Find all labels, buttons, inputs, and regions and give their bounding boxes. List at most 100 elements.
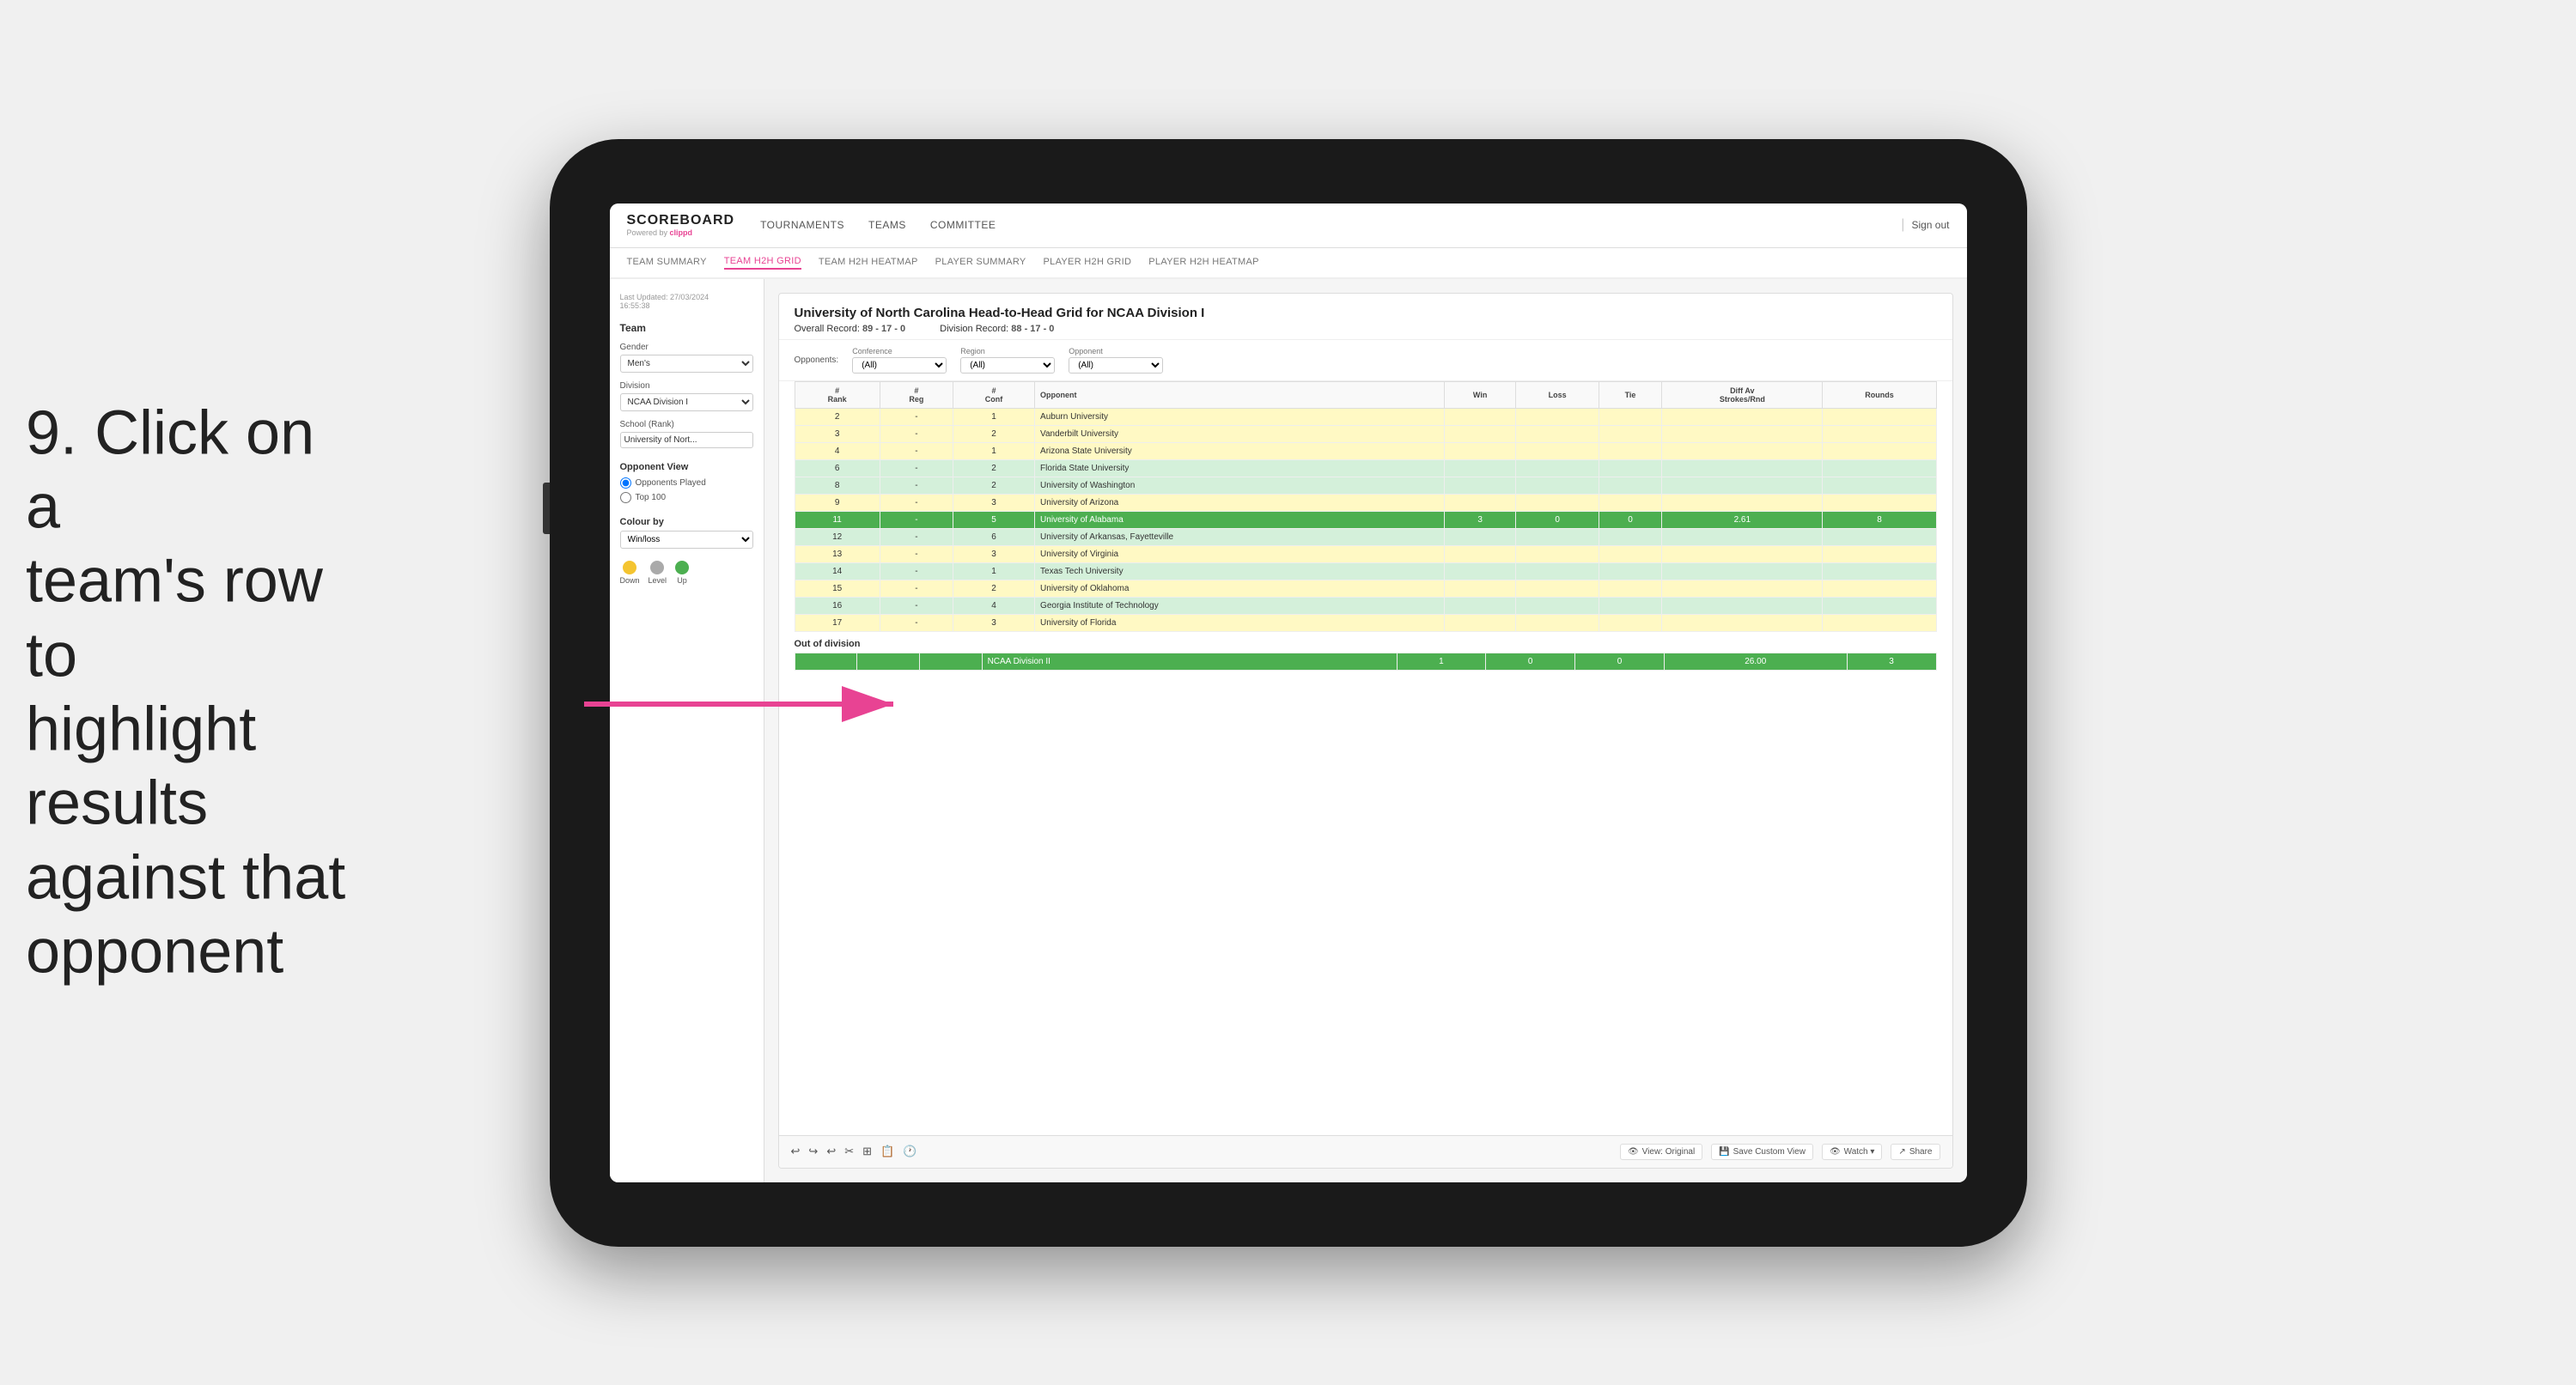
region-filter: Region (All) <box>960 347 1055 374</box>
th-rounds: Rounds <box>1823 381 1936 408</box>
sub-nav-team-h2h-heatmap[interactable]: TEAM H2H HEATMAP <box>819 257 918 269</box>
step-number: 9. <box>26 398 77 467</box>
sidebar-team-title: Team <box>620 322 753 334</box>
grid-records: Overall Record: 89 - 17 - 0 Division Rec… <box>795 324 1937 334</box>
sub-nav-team-summary[interactable]: TEAM SUMMARY <box>627 257 707 269</box>
out-of-division-row[interactable]: NCAA Division II 1 0 0 26.00 3 <box>795 653 1936 670</box>
table-row[interactable]: 6-2Florida State University <box>795 459 1936 477</box>
th-diff: Diff AvStrokes/Rnd <box>1662 381 1823 408</box>
undo2-icon[interactable]: ↩ <box>826 1145 836 1158</box>
legend-down-dot <box>623 561 636 574</box>
sign-out-link[interactable]: Sign out <box>1911 219 1949 231</box>
out-of-division-table: NCAA Division II 1 0 0 26.00 3 <box>795 653 1937 671</box>
ood-tie: 0 <box>1575 653 1665 670</box>
main-content: Last Updated: 27/03/2024 16:55:38 Team G… <box>610 279 1967 1182</box>
th-conf: #Conf <box>953 381 1035 408</box>
save-custom-view-btn[interactable]: 💾 Save Custom View <box>1711 1144 1813 1160</box>
gender-select[interactable]: Men's Women's <box>620 355 753 373</box>
colour-by-label: Colour by <box>620 517 753 527</box>
legend-up: Up <box>675 561 689 585</box>
nav-tournaments[interactable]: TOURNAMENTS <box>760 219 844 231</box>
table-row[interactable]: 13-3University of Virginia <box>795 545 1936 562</box>
legend-up-dot <box>675 561 689 574</box>
radio-opponents-played[interactable]: Opponents Played <box>620 477 753 489</box>
table-row[interactable]: 3-2Vanderbilt University <box>795 425 1936 442</box>
h2h-table: #Rank #Reg #Conf Opponent Win Loss Tie D… <box>795 381 1937 632</box>
opponent-filter: Opponent (All) <box>1069 347 1163 374</box>
nav-teams[interactable]: TEAMS <box>868 219 906 231</box>
table-row[interactable]: 16-4Georgia Institute of Technology <box>795 597 1936 614</box>
table-row[interactable]: 15-2University of Oklahoma <box>795 580 1936 597</box>
legend-level: Level <box>649 561 667 585</box>
table-header-row: #Rank #Reg #Conf Opponent Win Loss Tie D… <box>795 381 1936 408</box>
content-area: University of North Carolina Head-to-Hea… <box>764 279 1967 1182</box>
table-container: #Rank #Reg #Conf Opponent Win Loss Tie D… <box>779 381 1952 1135</box>
ood-label: NCAA Division II <box>982 653 1397 670</box>
table-row[interactable]: 14-1Texas Tech University <box>795 562 1936 580</box>
tablet-screen: SCOREBOARD Powered by clippd TOURNAMENTS… <box>610 203 1967 1182</box>
nav-committee[interactable]: COMMITTEE <box>930 219 996 231</box>
bottom-toolbar: ↩ ↪ ↩ ✂ ⊞ 📋 🕐 👁 View: Original <box>779 1135 1952 1168</box>
last-updated: Last Updated: 27/03/2024 16:55:38 <box>620 293 753 310</box>
division-select[interactable]: NCAA Division I NCAA Division II NCAA Di… <box>620 393 753 411</box>
legend: Down Level Up <box>620 561 753 585</box>
copy-icon[interactable]: ⊞ <box>862 1145 872 1158</box>
legend-level-dot <box>650 561 664 574</box>
sidebar: Last Updated: 27/03/2024 16:55:38 Team G… <box>610 279 764 1182</box>
paste-icon[interactable]: 📋 <box>880 1145 894 1158</box>
share-btn[interactable]: ↗ Share <box>1891 1144 1940 1160</box>
table-row[interactable]: 12-6University of Arkansas, Fayetteville <box>795 528 1936 545</box>
annotation-text: 9. Click on ateam's row tohighlight resu… <box>26 396 352 989</box>
conference-select[interactable]: (All) <box>852 357 947 374</box>
table-row[interactable]: 4-1Arizona State University <box>795 442 1936 459</box>
school-label: School (Rank) <box>620 420 753 429</box>
watch-icon: 👁 <box>1830 1147 1841 1157</box>
ood-rounds: 3 <box>1847 653 1936 670</box>
scissors-icon[interactable]: ✂ <box>844 1145 854 1158</box>
ood-win: 1 <box>1397 653 1486 670</box>
table-row[interactable]: 2-1Auburn University <box>795 408 1936 425</box>
th-reg: #Reg <box>880 381 953 408</box>
region-select[interactable]: (All) <box>960 357 1055 374</box>
clock-icon[interactable]: 🕐 <box>903 1145 917 1158</box>
radio-top100[interactable]: Top 100 <box>620 492 753 503</box>
ood-conf <box>919 653 982 670</box>
opponents-filter-label: Opponents: <box>795 355 839 365</box>
ood-diff: 26.00 <box>1664 653 1847 670</box>
out-of-division-header: Out of division <box>795 632 1937 653</box>
view-icon: 👁 <box>1628 1147 1639 1157</box>
redo-icon[interactable]: ↪ <box>808 1145 818 1158</box>
table-row[interactable]: 11-5University of Alabama3002.618 <box>795 511 1936 528</box>
share-icon: ↗ <box>1898 1147 1905 1157</box>
th-opponent: Opponent <box>1035 381 1445 408</box>
watch-btn[interactable]: 👁 Watch ▾ <box>1822 1144 1882 1160</box>
ood-rank <box>795 653 857 670</box>
radio-group: Opponents Played Top 100 <box>620 477 753 503</box>
table-row[interactable]: 8-2University of Washington <box>795 477 1936 494</box>
th-tie: Tie <box>1599 381 1661 408</box>
table-row[interactable]: 9-3University of Arizona <box>795 494 1936 511</box>
conference-filter: Conference (All) <box>852 347 947 374</box>
table-row[interactable]: 17-3University of Florida <box>795 614 1936 631</box>
sub-nav-player-h2h-grid[interactable]: PLAYER H2H GRID <box>1044 257 1132 269</box>
undo-icon[interactable]: ↩ <box>791 1145 801 1158</box>
th-loss: Loss <box>1516 381 1599 408</box>
division-label: Division <box>620 381 753 391</box>
nav-items: TOURNAMENTS TEAMS COMMITTEE <box>760 219 996 231</box>
logo-powered: Powered by clippd <box>627 228 735 237</box>
th-win: Win <box>1444 381 1515 408</box>
annotation: 9. Click on ateam's row tohighlight resu… <box>26 396 352 989</box>
sub-nav-player-summary[interactable]: PLAYER SUMMARY <box>935 257 1026 269</box>
division-record: Division Record: 88 - 17 - 0 <box>940 324 1054 334</box>
grid-panel: University of North Carolina Head-to-Hea… <box>778 293 1953 1169</box>
logo-area: SCOREBOARD Powered by clippd <box>627 213 735 237</box>
school-input[interactable] <box>620 432 753 448</box>
sub-nav-player-h2h-heatmap[interactable]: PLAYER H2H HEATMAP <box>1148 257 1258 269</box>
sub-nav-team-h2h-grid[interactable]: TEAM H2H GRID <box>724 256 801 270</box>
opponent-select[interactable]: (All) <box>1069 357 1163 374</box>
save-icon: 💾 <box>1719 1147 1729 1157</box>
view-original-btn[interactable]: 👁 View: Original <box>1620 1144 1702 1160</box>
ood-reg <box>857 653 920 670</box>
legend-down: Down <box>620 561 640 585</box>
colour-select[interactable]: Win/loss Score <box>620 531 753 549</box>
